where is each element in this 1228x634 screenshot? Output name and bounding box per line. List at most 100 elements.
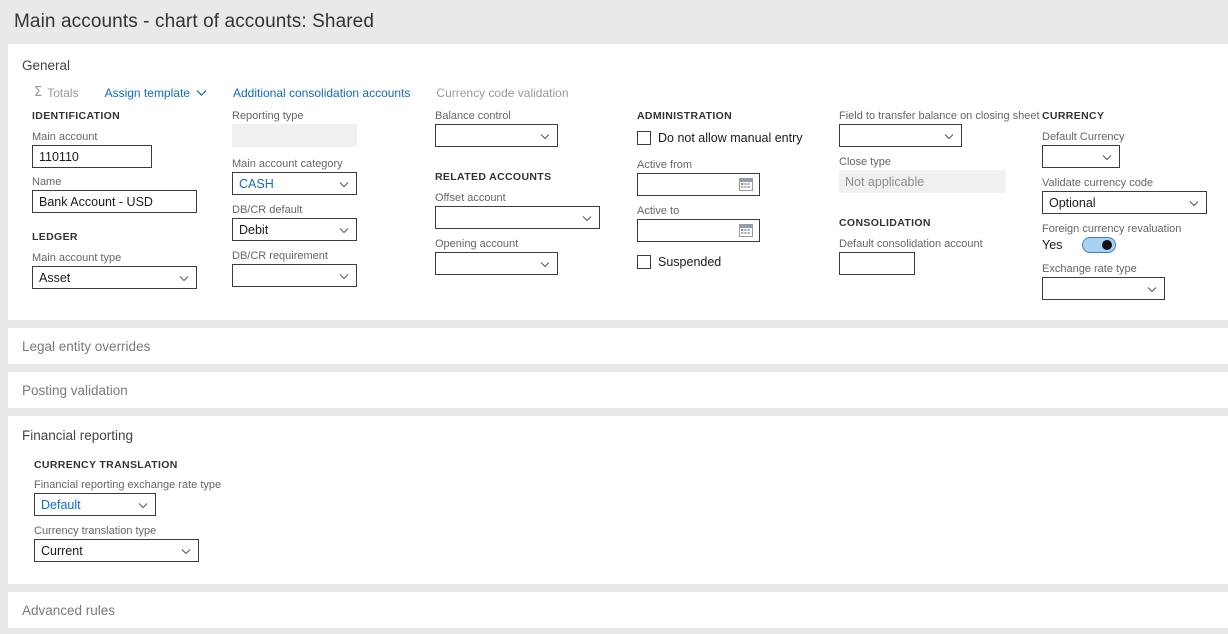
field-financial-reporting-exchange-rate-type-label: Financial reporting exchange rate type [34, 479, 222, 491]
dbcr-requirement-select[interactable] [232, 264, 357, 287]
checkbox-suspended[interactable]: Suspended [637, 255, 837, 269]
field-offset-account-label: Offset account [435, 192, 506, 204]
checkbox-icon [637, 255, 651, 269]
exchange-rate-type-select[interactable] [1042, 277, 1165, 300]
active-to-date-input[interactable] [637, 219, 760, 242]
group-heading-administration: ADMINISTRATION [637, 110, 733, 122]
group-heading-currency-translation: CURRENCY TRANSLATION [34, 459, 178, 471]
general-toolbar: Σ Totals Assign template Additional cons… [8, 73, 1228, 110]
field-main-account-label: Main account [32, 131, 98, 143]
toolbar-item-currency-code-validation-label: Currency code validation [436, 85, 569, 100]
column-consolidation: Field to transfer balance on closing she… [839, 110, 1040, 283]
toolbar-item-additional-consolidation-accounts-label: Additional consolidation accounts [232, 85, 411, 100]
field-dbcr-default: DB/CR default Debit [232, 204, 422, 241]
name-input[interactable]: Bank Account - USD [32, 190, 197, 213]
main-account-input[interactable]: 110110 [32, 145, 152, 168]
page-header: Main accounts - chart of accounts: Share… [0, 0, 1228, 44]
toolbar-item-totals[interactable]: Σ Totals [34, 85, 79, 100]
section-financial-reporting-header[interactable]: Financial reporting [8, 416, 1228, 443]
main-account-type-select[interactable]: Asset [32, 266, 197, 289]
close-type-readonly: Not applicable [839, 170, 1006, 193]
section-legal-entity-overrides[interactable]: Legal entity overrides [8, 328, 1228, 364]
field-active-to-label: Active to [637, 205, 680, 217]
chevron-down-icon [1187, 196, 1201, 210]
toggle-state-label: Yes [1042, 238, 1063, 252]
currency-translation-type-value: Current [41, 543, 83, 558]
section-posting-validation[interactable]: Posting validation [8, 372, 1228, 408]
chevron-down-icon [337, 223, 351, 237]
field-default-currency: Default Currency [1042, 131, 1228, 168]
chevron-down-icon [337, 177, 351, 191]
field-opening-account: Opening account [435, 238, 635, 275]
field-default-consolidation-account: Default consolidation account [839, 238, 1039, 275]
close-type-value: Not applicable [845, 174, 925, 189]
column-identification: IDENTIFICATION Main account 110110 Name … [32, 110, 222, 297]
toolbar-item-currency-code-validation[interactable]: Currency code validation [436, 86, 568, 100]
validate-currency-code-select[interactable]: Optional [1042, 191, 1207, 214]
field-exchange-rate-type-label: Exchange rate type [1042, 263, 1137, 275]
chevron-down-icon [942, 129, 956, 143]
currency-translation-type-select[interactable]: Current [34, 539, 199, 562]
field-validate-currency-code: Validate currency code Optional [1042, 177, 1228, 214]
field-transfer-balance-closing-sheet-label: Field to transfer balance on closing she… [839, 110, 1040, 122]
main-account-type-value: Asset [39, 270, 71, 285]
calendar-icon[interactable] [739, 178, 753, 191]
field-balance-control: Balance control [435, 110, 635, 147]
sigma-icon: Σ [34, 85, 43, 100]
group-heading-ledger: LEDGER [32, 231, 78, 243]
toggle-knob [1102, 240, 1112, 250]
opening-account-select[interactable] [435, 252, 558, 275]
section-advanced-rules-label: Advanced rules [22, 602, 116, 618]
toolbar-item-assign-template[interactable]: Assign template [105, 86, 207, 100]
group-heading-related-accounts: RELATED ACCOUNTS [435, 171, 552, 183]
chevron-down-icon [136, 498, 150, 512]
group-heading-consolidation: CONSOLIDATION [839, 217, 931, 229]
field-offset-account: Offset account [435, 192, 635, 229]
field-name-label: Name [32, 176, 62, 188]
chevron-down-icon [1100, 150, 1114, 164]
toolbar-item-additional-consolidation-accounts[interactable]: Additional consolidation accounts [233, 86, 410, 100]
dbcr-default-value: Debit [239, 222, 269, 237]
field-currency-translation-type: Currency translation type Current [34, 525, 1228, 562]
toolbar-item-totals-label: Totals [47, 85, 79, 100]
field-currency-translation-type-label: Currency translation type [34, 525, 157, 537]
main-account-category-select[interactable]: CASH [232, 172, 357, 195]
default-currency-select[interactable] [1042, 145, 1120, 168]
financial-reporting-body: CURRENCY TRANSLATION Financial reporting… [8, 443, 1228, 584]
chevron-down-icon [538, 257, 552, 271]
field-default-consolidation-account-label: Default consolidation account [839, 238, 983, 250]
field-close-type-label: Close type [839, 156, 891, 168]
column-related-accounts: Balance control RELATED ACCOUNTS Offset … [435, 110, 635, 283]
toggle-foreign-currency-revaluation-row: Yes [1042, 237, 1228, 253]
financial-reporting-exchange-rate-type-select[interactable]: Default [34, 493, 156, 516]
field-active-to: Active to [637, 205, 837, 242]
field-validate-currency-code-label: Validate currency code [1042, 177, 1154, 189]
offset-account-select[interactable] [435, 206, 600, 229]
toggle-foreign-currency-revaluation[interactable] [1082, 237, 1116, 253]
field-main-account-category-label: Main account category [232, 158, 343, 170]
field-foreign-currency-revaluation-label: Foreign currency revaluation [1042, 223, 1182, 235]
default-consolidation-account-input[interactable] [839, 252, 915, 275]
column-reporting: Reporting type Main account category CAS… [232, 110, 422, 295]
section-general-header[interactable]: General [8, 44, 1228, 73]
active-from-date-input[interactable] [637, 173, 760, 196]
field-main-account-type-label: Main account type [32, 252, 122, 264]
field-dbcr-requirement-label: DB/CR requirement [232, 250, 328, 262]
balance-control-select[interactable] [435, 124, 558, 147]
calendar-icon[interactable] [739, 224, 753, 237]
section-legal-entity-overrides-label: Legal entity overrides [22, 338, 151, 354]
reporting-type-readonly [232, 124, 357, 147]
checkbox-do-not-allow-manual-entry[interactable]: Do not allow manual entry [637, 131, 837, 145]
financial-reporting-exchange-rate-type-value: Default [41, 497, 81, 512]
field-main-account-type: Main account type Asset [32, 252, 222, 289]
group-heading-identification: IDENTIFICATION [32, 110, 121, 122]
field-financial-reporting-exchange-rate-type: Financial reporting exchange rate type D… [34, 479, 1228, 516]
chevron-down-icon [196, 86, 207, 100]
chevron-down-icon [1145, 282, 1159, 296]
group-heading-currency: CURRENCY [1042, 110, 1105, 122]
field-active-from: Active from [637, 159, 837, 196]
section-advanced-rules[interactable]: Advanced rules [8, 592, 1228, 628]
transfer-balance-closing-sheet-select[interactable] [839, 124, 962, 147]
field-main-account-category: Main account category CASH [232, 158, 422, 195]
dbcr-default-select[interactable]: Debit [232, 218, 357, 241]
